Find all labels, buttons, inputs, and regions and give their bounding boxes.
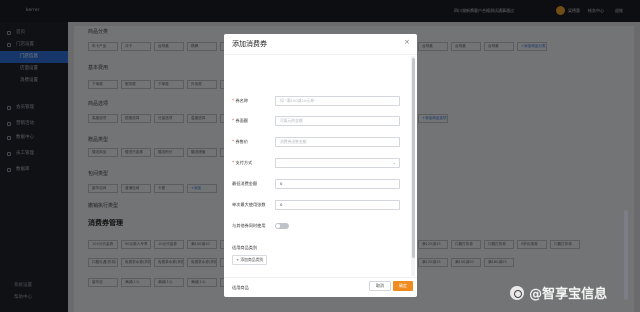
confirm-button[interactable]: 确定 (393, 281, 413, 291)
watermark: @智享宝信息 (510, 282, 607, 302)
coupon-field-input[interactable]: 0 (275, 179, 400, 189)
goods-section-label: 适用商品 (232, 285, 249, 290)
field-label: * 券面额 (232, 118, 248, 124)
chevron-down-icon: ⌄ (392, 160, 396, 165)
stack-label: 与其他券同时使用 (232, 223, 266, 228)
field-label: 单次最大使用张数 (232, 202, 266, 208)
coupon-field-input[interactable]: 0 (275, 200, 400, 210)
field-value: 0 (280, 181, 283, 186)
coupon-field-input[interactable]: 消费券出售金额 (275, 137, 400, 147)
field-value: 可填元的金额 (280, 118, 303, 123)
watermark-text: @智享宝信息 (529, 287, 608, 302)
field-label: 最低消费金额 (232, 181, 257, 187)
field-label-text: 单次最大使用张数 (232, 202, 266, 207)
footer-divider (224, 277, 417, 278)
field-label: * 支付方式 (232, 160, 252, 166)
field-label-text: 券面额 (235, 118, 249, 123)
field-value: 0 (280, 202, 283, 207)
modal-title: 添加消费券 (232, 40, 267, 48)
field-value: 如 "满100减10元券" (280, 98, 316, 103)
cancel-button[interactable]: 取消 (369, 281, 391, 291)
modal-scrollbar[interactable] (412, 58, 415, 258)
coupon-field-input[interactable]: 可填元的金额 (275, 116, 400, 126)
modal-divider (224, 54, 417, 55)
field-label-text: 支付方式 (235, 160, 253, 165)
field-value: 消费券出售金额 (280, 139, 307, 144)
payment-select[interactable]: ⌄ (275, 158, 400, 168)
field-label: * 券售价 (232, 139, 248, 145)
close-icon[interactable]: × (404, 38, 410, 46)
field-label-text: 券售价 (235, 139, 249, 144)
field-label-text: 最低消费金额 (232, 181, 258, 186)
add-coupon-modal: 添加消费券 × * 券名称 如 "满100减10元券" * 券面额 可填元的金额 * 券… (224, 34, 417, 297)
page-scrollbar[interactable] (624, 210, 628, 300)
field-label-text: 券名称 (235, 98, 249, 103)
stack-toggle[interactable] (275, 223, 289, 229)
watermark-logo-icon (510, 285, 524, 300)
toggle-knob (276, 224, 280, 228)
add-category-button[interactable]: + 添加商品类别 (232, 255, 268, 265)
category-section-label: 适用商品类别 (232, 245, 258, 250)
field-label: * 券名称 (232, 98, 248, 104)
coupon-field-input[interactable]: 如 "满100减10元券" (275, 96, 400, 106)
